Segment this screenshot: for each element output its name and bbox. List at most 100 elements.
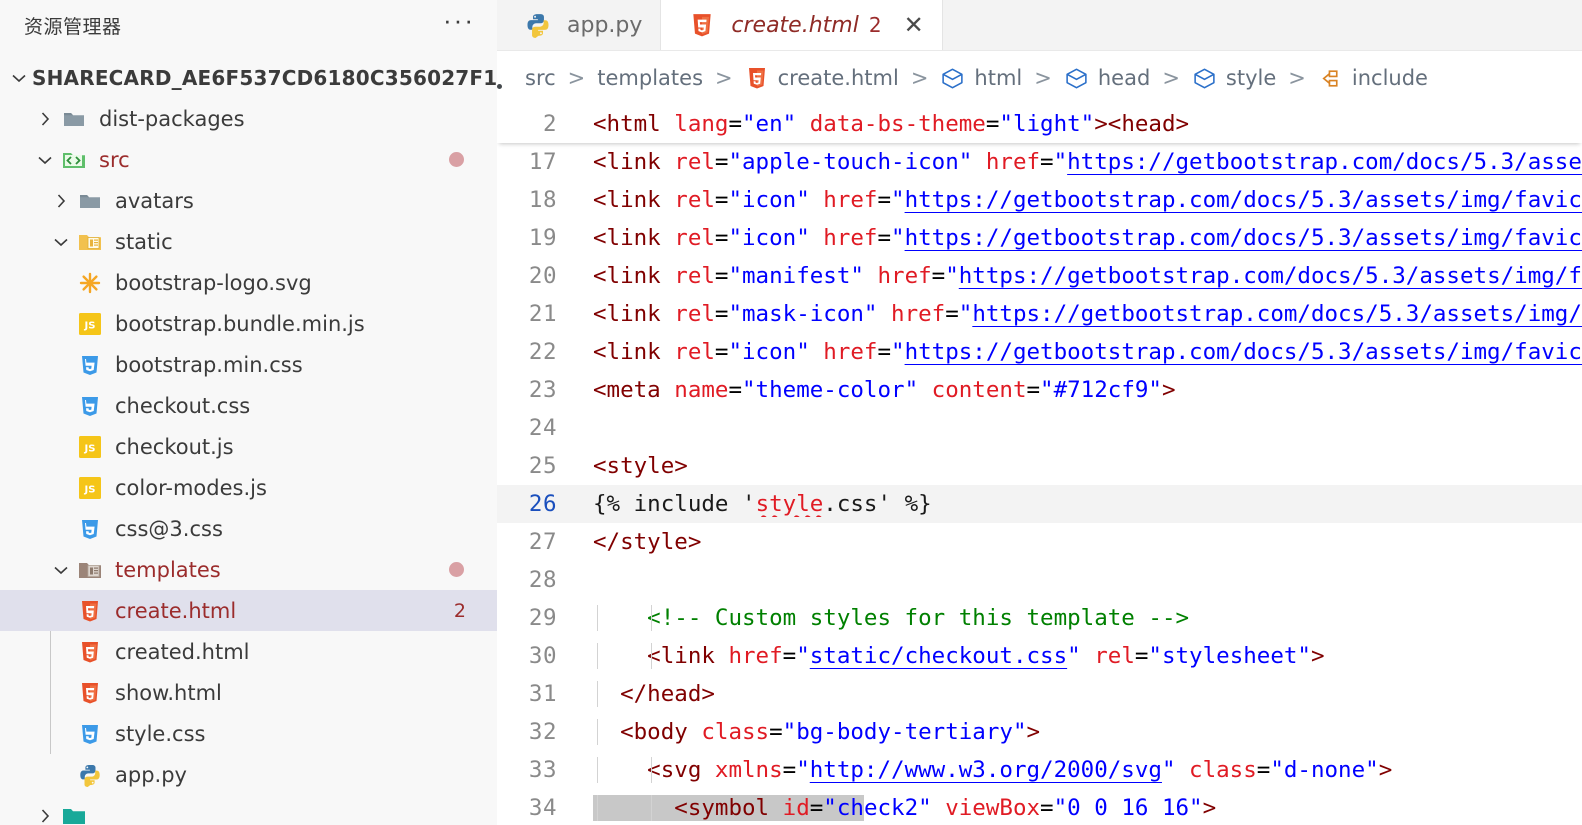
tree-item-app-py[interactable]: app.py (0, 754, 497, 795)
close-icon[interactable]: ✕ (904, 13, 924, 37)
code-line-30[interactable]: 30 <link href="static/checkout.css" rel=… (497, 637, 1582, 675)
tree-item-create-html[interactable]: create.html 2 (0, 590, 497, 631)
code-line-sticky[interactable]: 2 <html lang="en" data-bs-theme="light">… (497, 105, 1582, 143)
code-line-34[interactable]: 34 <symbol id="check2" viewBox="0 0 16 1… (497, 789, 1582, 825)
breadcrumb-label: style (1225, 66, 1277, 90)
chevron-down-icon[interactable] (48, 232, 74, 252)
line-content: </head> (593, 681, 715, 707)
code-line-23[interactable]: 23 <meta name="theme-color" content="#71… (497, 371, 1582, 409)
code-line-31[interactable]: 31 </head> (497, 675, 1582, 713)
code-line-20[interactable]: 20 <link rel="manifest" href="https://ge… (497, 257, 1582, 295)
line-number: 19 (528, 225, 557, 251)
tree-item-partial[interactable] (0, 795, 497, 825)
tree-item-static[interactable]: static (0, 221, 497, 262)
tree-label: checkout.js (115, 434, 234, 459)
chevron-right-icon[interactable] (32, 806, 58, 825)
line-number: 27 (528, 529, 557, 555)
folder-icon (58, 804, 90, 825)
html-icon (74, 599, 106, 623)
code-line-33[interactable]: 33 <svg xmlns="http://www.w3.org/2000/sv… (497, 751, 1582, 789)
code-line-18[interactable]: 18 <link rel="icon" href="https://getboo… (497, 181, 1582, 219)
indent-guide (597, 681, 598, 707)
css-icon (74, 517, 106, 541)
symbol-snippet-icon (1318, 66, 1343, 91)
breadcrumb-item-html[interactable]: html (940, 66, 1022, 91)
tree-label: show.html (115, 680, 222, 705)
css-icon (74, 394, 106, 418)
tree-item-checkout-js[interactable]: JS checkout.js (0, 426, 497, 467)
breadcrumb-item-include[interactable]: include (1318, 66, 1428, 91)
symbol-module-icon (1064, 66, 1089, 91)
breadcrumb-item-src[interactable]: src (525, 66, 556, 90)
breadcrumb-label: head (1097, 66, 1151, 90)
js-icon: JS (74, 435, 106, 458)
chevron-right-icon[interactable] (48, 191, 74, 211)
code-line-28[interactable]: 28 (497, 561, 1582, 599)
code-line-25[interactable]: 25 <style> (497, 447, 1582, 485)
explorer-title: 资源管理器 (24, 15, 122, 38)
chevron-down-icon[interactable] (48, 560, 74, 580)
tree-item-templates[interactable]: templates (0, 549, 497, 590)
tree-item-show-html[interactable]: show.html (0, 672, 497, 713)
code-line-29[interactable]: 29 <!-- Custom styles for this template … (497, 599, 1582, 637)
vscode-window: 资源管理器 ··· SHARECARD_AE6F537CD6180C356027… (0, 0, 1582, 825)
css-icon (74, 722, 106, 746)
chevron-right-icon[interactable] (32, 109, 58, 129)
indent-guide (651, 757, 652, 783)
line-number: 33 (528, 757, 557, 783)
tree-item-color-modes-js[interactable]: JS color-modes.js (0, 467, 497, 508)
code-line-32[interactable]: 32 <body class="bg-body-tertiary"> (497, 713, 1582, 751)
chevron-down-icon[interactable] (6, 68, 32, 88)
html-icon (745, 66, 769, 90)
folder-icon (58, 107, 90, 131)
tree-label: dist-packages (99, 106, 245, 131)
tree-item-bootstrap-logo-svg[interactable]: bootstrap-logo.svg (0, 262, 497, 303)
html-icon (74, 640, 106, 664)
breadcrumb-item-style[interactable]: style (1192, 66, 1276, 91)
code-line-26[interactable]: 26 {% include 'style.css' %} (497, 485, 1582, 523)
tree-item-css3-css[interactable]: css@3.css (0, 508, 497, 549)
tree-label: create.html (115, 598, 237, 623)
breadcrumb-item-head[interactable]: head (1064, 66, 1150, 91)
indent-guide (651, 643, 652, 669)
line-content: </style> (593, 529, 702, 555)
tree-label: bootstrap.min.css (115, 352, 303, 377)
tree-item-root[interactable]: SHARECARD_AE6F537CD6180C356027F141E1... (0, 57, 497, 98)
code-line-22[interactable]: 22 <link rel="icon" href="https://getboo… (497, 333, 1582, 371)
tree-item-bootstrap-min-css[interactable]: bootstrap.min.css (0, 344, 497, 385)
explorer-more-actions-icon[interactable]: ··· (443, 7, 475, 35)
tree-item-style-css[interactable]: style.css (0, 713, 497, 754)
breadcrumb-item-create-html[interactable]: create.html (745, 66, 899, 90)
css-icon (74, 353, 106, 377)
line-content: {% include 'style.css' %} (593, 491, 932, 517)
tree-item-created-html[interactable]: created.html (0, 631, 497, 672)
folder-icon (74, 189, 106, 213)
code-line-19[interactable]: 19 <link rel="icon" href="https://getboo… (497, 219, 1582, 257)
tab-app-py[interactable]: app.py (497, 0, 662, 50)
sticky-scroll-widget[interactable]: 2 <html lang="en" data-bs-theme="light">… (497, 105, 1582, 143)
svg-text:JS: JS (84, 443, 96, 454)
code-line-21[interactable]: 21 <link rel="mask-icon" href="https://g… (497, 295, 1582, 333)
code-line-17[interactable]: 17 <link rel="apple-touch-icon" href="ht… (497, 143, 1582, 181)
tree-item-bootstrap-bundle-min-js[interactable]: JS bootstrap.bundle.min.js (0, 303, 497, 344)
chevron-down-icon[interactable] (32, 150, 58, 170)
breadcrumb: src > templates > create.html > html > h… (497, 51, 1582, 105)
tree-item-checkout-css[interactable]: checkout.css (0, 385, 497, 426)
tree-item-avatars[interactable]: avatars (0, 180, 497, 221)
tree-item-dist-packages[interactable]: dist-packages (0, 98, 497, 139)
tree-label: css@3.css (115, 516, 223, 541)
tab-create-html[interactable]: create.html 2 ✕ (661, 0, 943, 50)
breadcrumb-label: html (974, 66, 1023, 90)
editor-tab-bar: app.py create.html 2 ✕ (497, 0, 1582, 51)
code-editor[interactable]: 2 <html lang="en" data-bs-theme="light">… (497, 105, 1582, 825)
tree-label: checkout.css (115, 393, 251, 418)
tree-item-src[interactable]: src (0, 139, 497, 180)
line-content: <link rel="apple-touch-icon" href="https… (593, 149, 1582, 175)
git-modified-indicator (449, 562, 464, 577)
breadcrumb-item-templates[interactable]: templates (597, 66, 703, 90)
line-number: 23 (528, 377, 557, 403)
tree-label: color-modes.js (115, 475, 267, 500)
indent-guide (651, 605, 652, 631)
code-line-24[interactable]: 24 (497, 409, 1582, 447)
code-line-27[interactable]: 27 </style> (497, 523, 1582, 561)
